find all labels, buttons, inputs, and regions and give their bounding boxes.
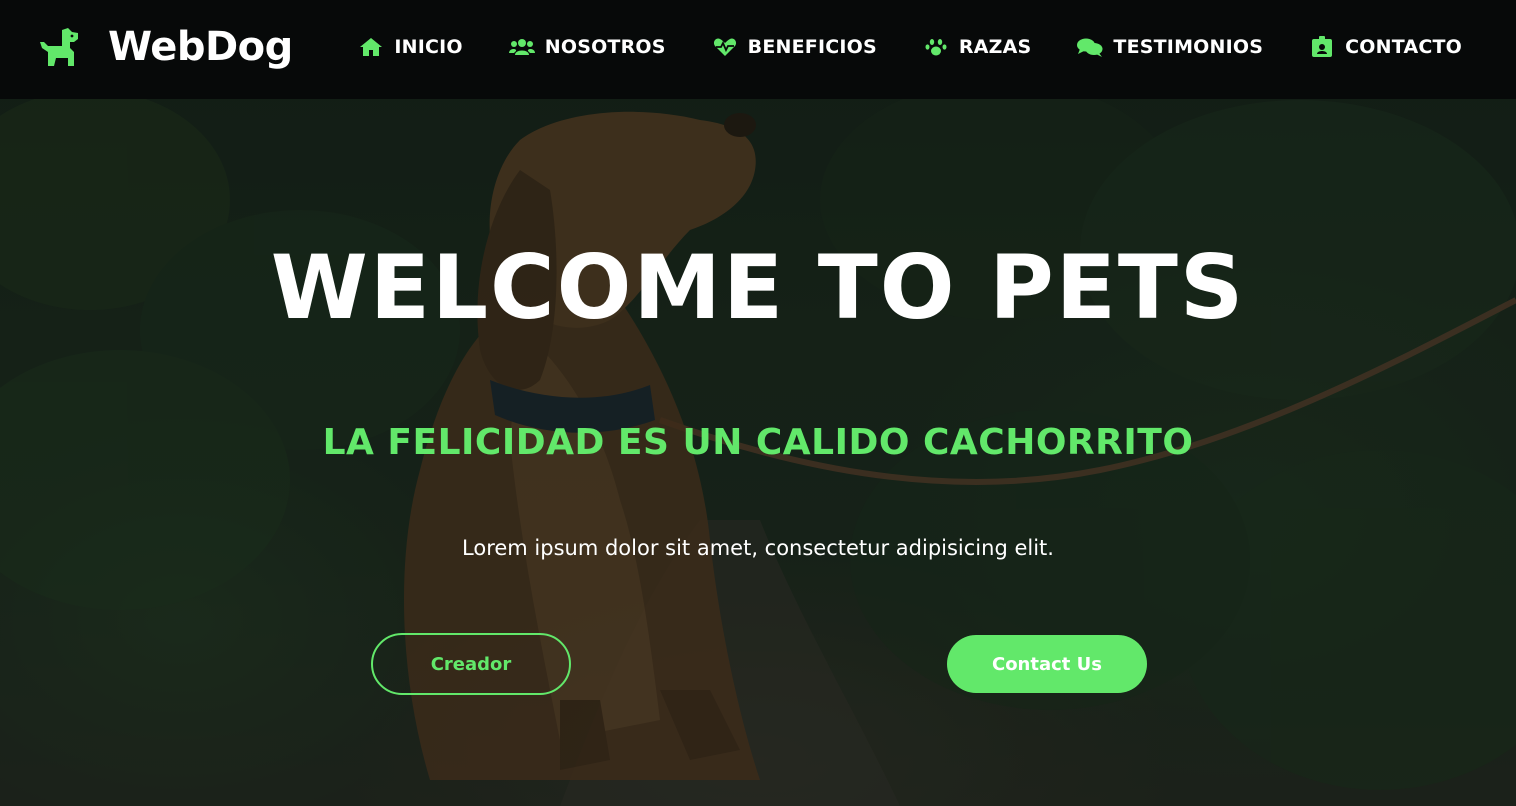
brand-name: WebDog xyxy=(108,24,293,70)
nav-label: TESTIMONIOS xyxy=(1113,36,1264,58)
paw-icon xyxy=(923,36,949,58)
nav-item-nosotros[interactable]: NOSOTROS xyxy=(508,36,666,58)
navbar: WebDog INICIO NOSOTROS BENEFICIOS RAZAS xyxy=(0,0,1516,99)
nav-label: RAZAS xyxy=(958,36,1032,58)
hero-subtitle: LA FELICIDAD ES UN CALIDO CACHORRITO xyxy=(322,422,1194,463)
hero-title: WELCOME TO PETS xyxy=(270,236,1246,339)
nav-label: CONTACTO xyxy=(1345,36,1462,58)
nav-item-contacto[interactable]: CONTACTO xyxy=(1309,36,1462,58)
dark-overlay xyxy=(0,0,1516,806)
users-icon xyxy=(508,36,535,58)
dog-icon xyxy=(38,24,82,70)
hero-background xyxy=(0,0,1516,806)
nav-label: INICIO xyxy=(394,36,463,58)
nav-item-inicio[interactable]: INICIO xyxy=(358,36,463,58)
nav-item-razas[interactable]: RAZAS xyxy=(923,36,1032,58)
comments-icon xyxy=(1077,36,1103,58)
home-icon xyxy=(358,36,384,58)
hero-text: Lorem ipsum dolor sit amet, consectetur … xyxy=(462,536,1054,560)
heartbeat-icon xyxy=(712,36,738,58)
main-nav: INICIO NOSOTROS BENEFICIOS RAZAS TESTIMO… xyxy=(358,36,1462,58)
creator-button[interactable]: Creador xyxy=(371,633,571,695)
contact-us-button[interactable]: Contact Us xyxy=(947,635,1147,693)
id-badge-icon xyxy=(1309,36,1335,58)
nav-label: NOSOTROS xyxy=(544,36,666,58)
brand-logo[interactable]: WebDog xyxy=(38,24,293,70)
nav-item-beneficios[interactable]: BENEFICIOS xyxy=(712,36,877,58)
nav-item-testimonios[interactable]: TESTIMONIOS xyxy=(1077,36,1263,58)
nav-label: BENEFICIOS xyxy=(747,36,877,58)
